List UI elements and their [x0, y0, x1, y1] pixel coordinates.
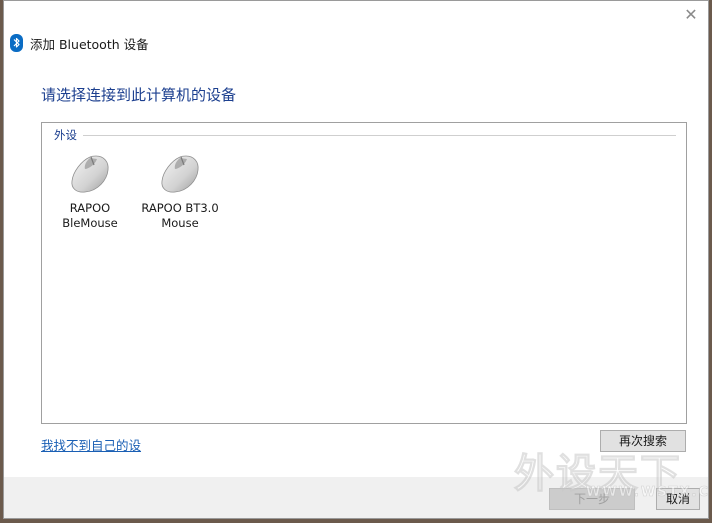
device-name-line1: RAPOO	[69, 201, 111, 215]
device-item[interactable]: RAPOO BT3.0 Mouse	[138, 153, 222, 231]
window-title: 添加 Bluetooth 设备	[30, 36, 149, 52]
group-header: 外设	[54, 127, 676, 143]
mouse-icon	[71, 155, 109, 193]
mouse-icon	[161, 155, 199, 193]
search-again-button[interactable]: 再次搜索	[600, 430, 686, 452]
group-divider	[83, 134, 676, 136]
close-icon: ✕	[684, 5, 698, 24]
device-list: 外设 RAPOO BleMouse RAPOO BT3.0 Mouse	[41, 122, 687, 424]
device-name-line1: RAPOO BT3.0	[141, 201, 219, 215]
bluetooth-icon	[10, 34, 23, 52]
cant-find-device-link[interactable]: 我找不到自己的设	[41, 435, 141, 454]
close-button[interactable]: ✕	[680, 5, 702, 25]
add-bluetooth-device-dialog: ✕ 添加 Bluetooth 设备 请选择连接到此计算机的设备 外设 RAPOO…	[3, 0, 709, 519]
device-item[interactable]: RAPOO BleMouse	[48, 153, 132, 231]
group-label: 外设	[54, 128, 77, 142]
cancel-button[interactable]: 取消	[656, 488, 700, 510]
page-heading: 请选择连接到此计算机的设备	[41, 86, 237, 104]
next-button[interactable]: 下一步	[549, 488, 635, 510]
device-name-line2: Mouse	[161, 216, 199, 230]
device-name-line2: BleMouse	[62, 216, 118, 230]
window-title-bar: 添加 Bluetooth 设备	[10, 33, 149, 53]
